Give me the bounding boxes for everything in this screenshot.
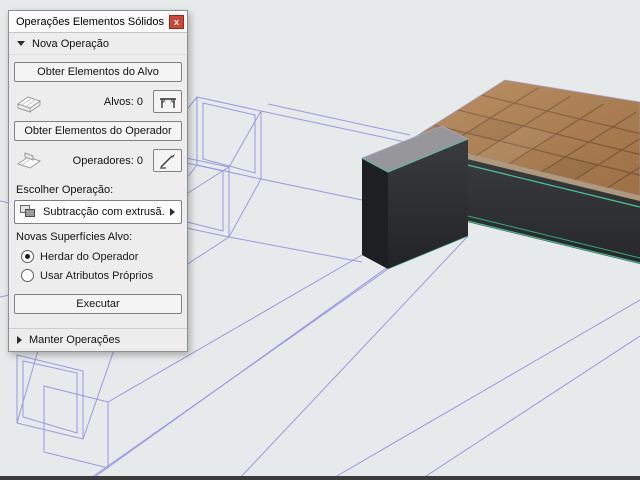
nova-operacao-body: Obter Elementos do Alvo Alvos: 0 Obter E… <box>9 55 187 325</box>
choose-operation-label: Escolher Operação: <box>16 184 114 196</box>
targets-count: Alvos: 0 <box>103 95 143 108</box>
dropdown-arrow-icon <box>170 208 175 216</box>
section-header-nova-operacao[interactable]: Nova Operação <box>9 33 187 55</box>
subtraction-icon <box>19 203 37 222</box>
app-window: Operações Elementos Sólidos x Nova Opera… <box>0 0 640 480</box>
target-pick-button[interactable] <box>153 90 182 113</box>
close-button[interactable]: x <box>169 14 184 29</box>
palette-titlebar[interactable]: Operações Elementos Sólidos x <box>9 11 187 33</box>
new-surfaces-label: Novas Superfícies Alvo: <box>16 231 133 243</box>
pen-arrow-icon <box>159 153 175 169</box>
radio-own-label: Usar Atributos Próprios <box>40 269 154 282</box>
radio-inherit-operator[interactable]: Herdar do Operador <box>21 247 182 266</box>
window-bottom-edge <box>0 476 640 480</box>
section-manter-label: Manter Operações <box>29 334 121 346</box>
section-header-manter-operacoes[interactable]: Manter Operações <box>9 328 187 351</box>
execute-button[interactable]: Executar <box>14 294 182 314</box>
palette-title: Operações Elementos Sólidos <box>16 15 164 28</box>
operation-dropdown[interactable]: Subtracção com extrusã... <box>14 200 182 224</box>
collapse-collapsed-icon <box>17 336 22 344</box>
operators-row: Operadores: 0 <box>14 144 182 177</box>
radio-checked-icon <box>21 250 34 263</box>
radio-unchecked-icon <box>21 269 34 282</box>
table-icon <box>159 97 176 108</box>
operator-slab-icon <box>14 150 44 172</box>
radio-own-attributes[interactable]: Usar Atributos Próprios <box>21 266 182 285</box>
targets-row: Alvos: 0 <box>14 85 182 118</box>
get-operator-elements-button[interactable]: Obter Elementos do Operador <box>14 121 182 141</box>
radio-inherit-label: Herdar do Operador <box>40 250 139 263</box>
get-target-elements-button[interactable]: Obter Elementos do Alvo <box>14 62 182 82</box>
operation-value: Subtracção com extrusã... <box>43 206 164 218</box>
operators-count: Operadores: 0 <box>72 154 143 167</box>
section-nova-label: Nova Operação <box>32 37 110 50</box>
solid-operations-palette: Operações Elementos Sólidos x Nova Opera… <box>8 10 188 352</box>
operator-pick-button[interactable] <box>153 149 182 172</box>
target-slab-icon <box>14 91 44 113</box>
collapse-expanded-icon <box>17 41 25 46</box>
